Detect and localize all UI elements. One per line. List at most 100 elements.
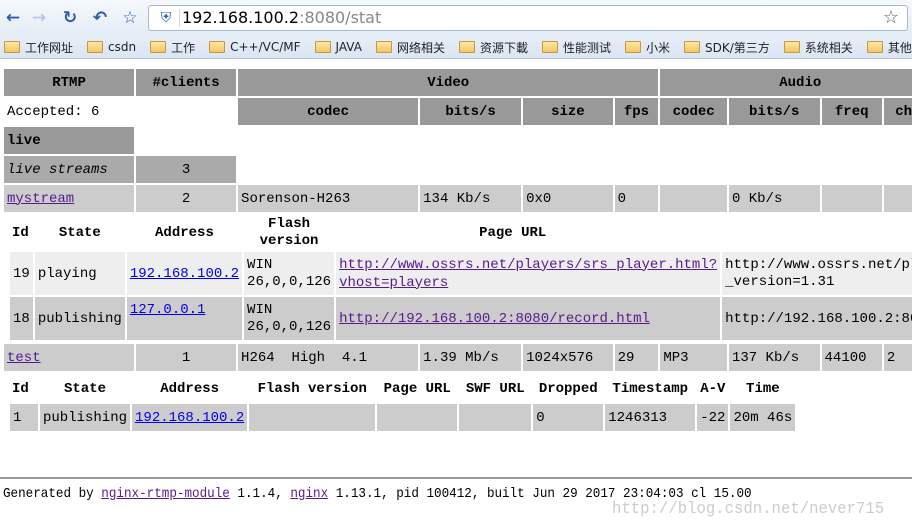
client-state: playing — [34, 252, 125, 295]
bookmark-folder[interactable]: SDK/第三方 — [684, 36, 770, 58]
video-codec-header: codec — [238, 98, 419, 125]
client-state: publishing — [40, 404, 131, 431]
stream-clients: 1 — [136, 344, 237, 371]
footer-prefix: Generated by — [3, 486, 102, 502]
application-row: live — [4, 127, 912, 154]
header-row: RTMP #clients Video Audio — [4, 69, 912, 96]
address-header: Address — [160, 380, 220, 397]
bookmark-label: 工作网址 — [25, 40, 74, 55]
bookmark-folder[interactable]: 工作网址 — [4, 36, 73, 58]
bookmark-label: 网络相关 — [396, 40, 445, 55]
page-url-link[interactable]: http://www.ossrs.net/players/srs_player.… — [339, 257, 717, 291]
client-address: 127.0.0.1 — [126, 297, 243, 340]
page-url-header: Page URL — [479, 225, 547, 241]
audio-codec — [660, 185, 727, 212]
bookmark-label: 工作 — [171, 40, 196, 55]
client-address: 192.168.100.2 — [126, 252, 243, 295]
address-separator — [179, 9, 180, 27]
video-size: 0x0 — [523, 185, 613, 212]
bookmark-folder[interactable]: JAVA — [314, 36, 362, 58]
arrow-left-icon: ← — [5, 8, 21, 28]
bookmark-star-icon[interactable]: ☆ — [883, 6, 899, 30]
folder-icon — [209, 41, 226, 53]
folder-icon — [625, 41, 641, 53]
client-address-link[interactable]: 192.168.100.2 — [135, 410, 244, 426]
audio-bitrate: 137 Kb/s — [728, 344, 820, 371]
folder-icon — [783, 41, 800, 53]
undo-icon: ↶ — [92, 8, 108, 28]
bookmark-folder[interactable]: 工作 — [150, 36, 195, 58]
bookmark-folder[interactable]: csdn — [87, 36, 136, 58]
bookmark-folder[interactable]: 小米 — [625, 36, 670, 58]
reload-button[interactable]: ↻ — [59, 7, 81, 29]
clients-header: #clients — [136, 69, 237, 96]
flash-version-header: Flash version — [257, 380, 367, 397]
bookmark-label: 性能测试 — [562, 40, 611, 55]
client-address-link[interactable]: 127.0.0.1 — [130, 302, 206, 318]
stream-clients-row: Id State Address Flash version Page URL … — [4, 373, 912, 433]
stream-link[interactable]: test — [7, 350, 41, 366]
audio-header: Audio — [660, 69, 912, 96]
id-header: Id — [12, 225, 29, 241]
video-header: Video — [238, 69, 659, 96]
flash-version-number: 26,0,0,126 — [247, 273, 332, 290]
nginx-rtmp-module-link[interactable]: nginx-rtmp-module — [101, 486, 230, 502]
folder-icon — [87, 41, 104, 53]
client-row: 1 publishing 192.168.100.2 0 1246313 -22… — [10, 404, 796, 431]
stream-row: test 1 H264 High 4.1 1.39 Mb/s 1024x576 … — [4, 344, 912, 371]
bookmark-folder[interactable]: C++/VC/MF — [209, 36, 301, 58]
bookmark-folder[interactable]: 系统相关 — [783, 36, 853, 58]
accepted-count: Accepted: 6 — [7, 103, 100, 120]
folder-icon — [4, 41, 20, 53]
client-swf-url — [459, 404, 532, 431]
clients-table: Id State Address Flash version Page URL … — [8, 214, 912, 342]
video-codec: H264 High 4.1 — [238, 344, 419, 371]
bookmark-folder[interactable]: 网络相关 — [375, 36, 445, 58]
address-header: Address — [155, 225, 214, 241]
video-codec: Sorenson-H263 — [238, 185, 419, 212]
client-timestamp: 1246313 — [605, 404, 696, 431]
favorites-button[interactable]: ☆ — [119, 7, 141, 29]
folder-icon — [684, 41, 701, 53]
client-time: 20m 46s — [730, 404, 796, 431]
arrow-right-icon: → — [31, 8, 47, 28]
live-streams-label: live streams — [4, 156, 135, 183]
time-header: Time — [746, 380, 780, 397]
bookmark-label: 小米 — [646, 40, 671, 55]
id-header: Id — [12, 380, 29, 397]
swf-url-header: SWF URL — [465, 380, 525, 397]
bookmark-folder[interactable]: 性能测试 — [541, 36, 611, 58]
rtmp-header: RTMP — [4, 69, 135, 96]
client-dropped: 0 — [533, 404, 604, 431]
stream-link[interactable]: mystream — [7, 191, 74, 207]
client-id: 18 — [10, 297, 33, 340]
address-path: :8080/stat — [299, 8, 382, 27]
video-bitrate-header: bits/s — [420, 98, 522, 125]
forward-button[interactable]: → — [28, 7, 50, 29]
client-page-url — [377, 404, 458, 431]
folder-icon — [150, 41, 167, 53]
undo-button[interactable]: ↶ — [89, 7, 111, 29]
flash-version-number: 26,0,0,126 — [247, 318, 332, 335]
client-id: 19 — [10, 252, 33, 295]
live-streams-row: live streams 3 — [4, 156, 912, 183]
av-header: A-V — [700, 380, 726, 397]
address-bar[interactable]: ⛨ 192.168.100.2:8080/stat ☆ — [148, 5, 908, 31]
back-button[interactable]: ← — [2, 7, 24, 29]
flash-os: WIN — [247, 256, 273, 273]
bookmark-label: JAVA — [335, 40, 362, 54]
client-address-link[interactable]: 192.168.100.2 — [130, 266, 239, 282]
audio-codec: MP3 — [660, 344, 727, 371]
address-url[interactable]: 192.168.100.2:8080/stat — [182, 8, 381, 28]
client-swf-url: http://www.ossrs.net/play_version=1.31 — [722, 252, 912, 295]
nginx-link[interactable]: nginx — [290, 486, 328, 502]
live-streams-count: 3 — [136, 156, 237, 183]
video-fps-header: fps — [614, 98, 659, 125]
client-page-url: http://192.168.100.2:8080/record.html — [336, 297, 721, 340]
page-url-link[interactable]: http://192.168.100.2:8080/record.html — [339, 311, 650, 327]
timestamp-header: Timestamp — [612, 380, 689, 397]
module-version: 1.1.4, — [229, 486, 291, 502]
bookmark-folder[interactable]: 其他 — [866, 36, 912, 58]
bookmark-folder[interactable]: 资源下載 — [458, 36, 528, 58]
audio-codec-header: codec — [660, 98, 727, 125]
